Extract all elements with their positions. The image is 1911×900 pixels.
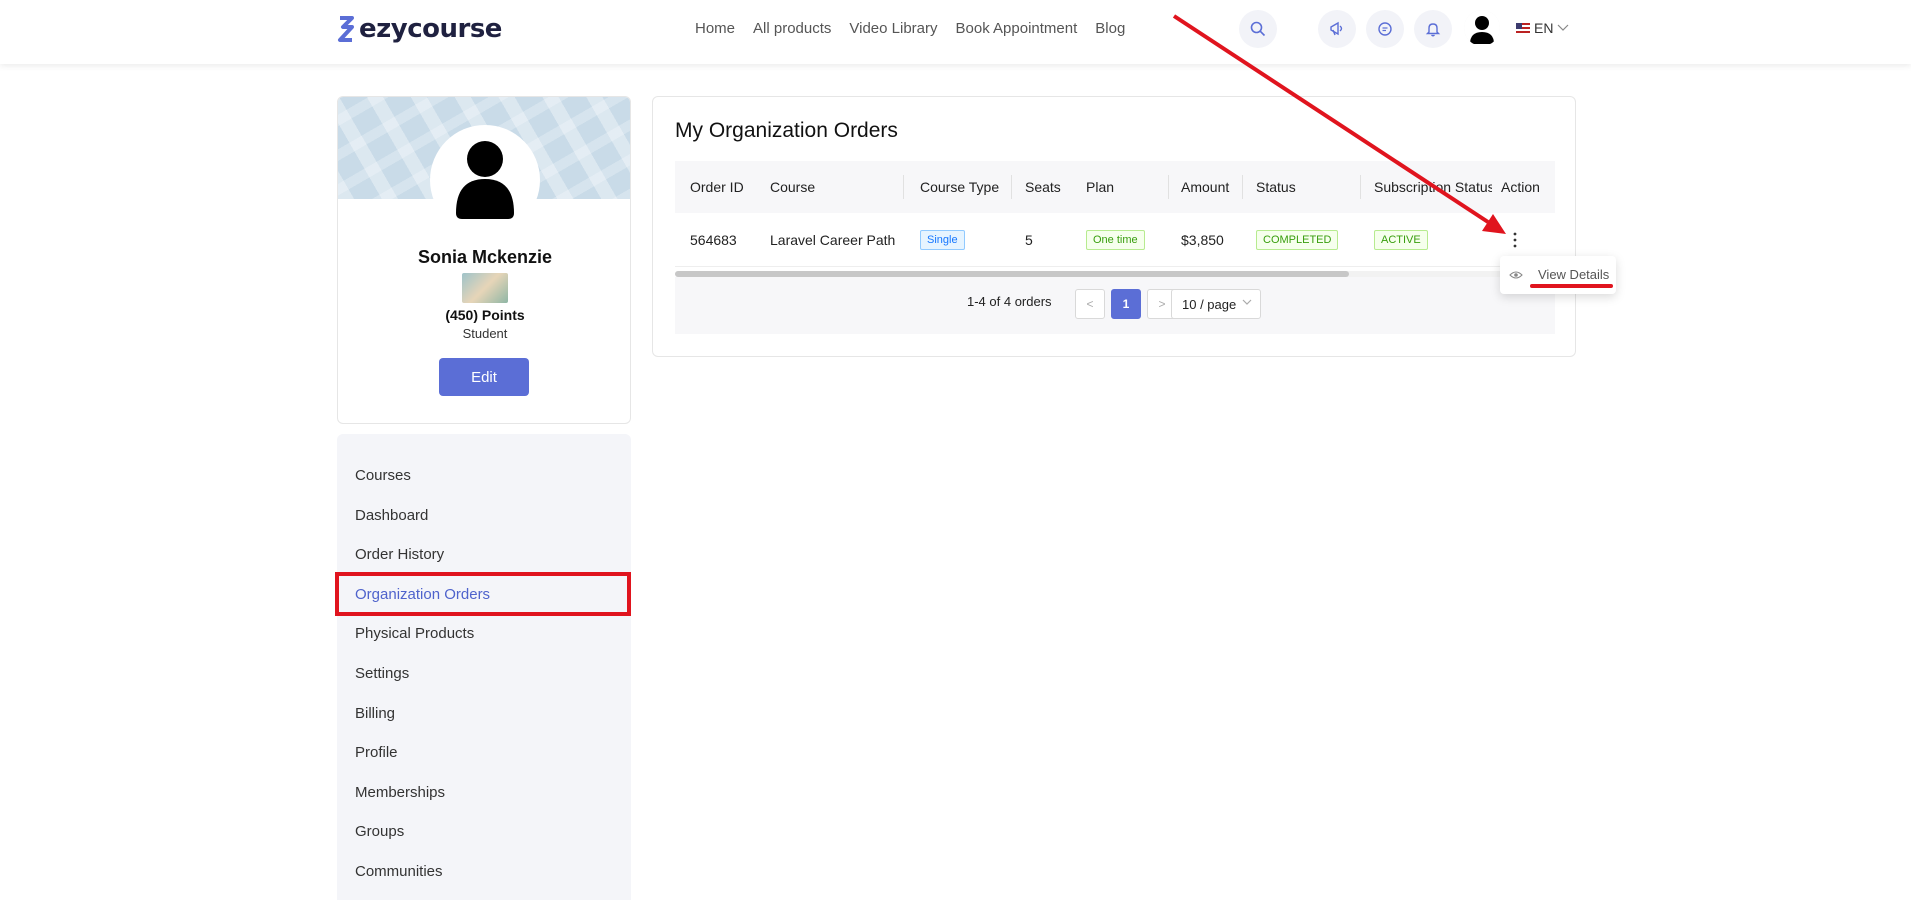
organization-orders-card: My Organization Orders Order ID Course C… [652, 96, 1576, 357]
profile-role: Student [462, 326, 508, 341]
sidebar-menu: Courses Dashboard Order History Organiza… [337, 434, 631, 900]
nav-video-library[interactable]: Video Library [849, 20, 937, 37]
column-header-amount: Amount [1181, 179, 1230, 195]
column-divider [1168, 175, 1169, 199]
annotation-underline [1530, 284, 1613, 288]
sidebar-item-memberships[interactable]: Memberships [355, 784, 445, 801]
page-title: My Organization Orders [675, 119, 898, 142]
bell-icon [1425, 23, 1441, 37]
search-button[interactable] [1239, 10, 1277, 48]
annotation-highlight-box [335, 572, 631, 616]
search-icon [1250, 21, 1266, 37]
profile-points: (450) Points [445, 307, 525, 323]
page-size-select[interactable]: 10 / page [1171, 289, 1261, 319]
sidebar-item-communities[interactable]: Communities [355, 863, 443, 880]
column-header-subscription-status: Subscription Status [1374, 179, 1492, 195]
page-1-button[interactable]: 1 [1111, 289, 1141, 319]
nav-all-products[interactable]: All products [753, 20, 831, 37]
sidebar-item-order-history[interactable]: Order History [355, 546, 444, 563]
notifications-button[interactable] [1414, 10, 1452, 48]
pagination: 1-4 of 4 orders < 1 > 10 / page [675, 277, 1555, 334]
page-size-value: 10 / page [1182, 297, 1237, 312]
us-flag-icon [1516, 23, 1530, 33]
language-code: EN [1534, 20, 1554, 36]
subscription-status-badge: ACTIVE [1374, 230, 1428, 250]
nav-home[interactable]: Home [695, 20, 735, 37]
sidebar-item-settings[interactable]: Settings [355, 665, 409, 682]
column-header-seats: Seats [1025, 179, 1061, 195]
chevron-down-icon [1558, 24, 1569, 31]
column-header-order-id: Order ID [690, 179, 744, 195]
sidebar-item-billing[interactable]: Billing [355, 705, 395, 722]
user-silhouette-icon [456, 141, 514, 219]
user-avatar-icon [1464, 10, 1500, 46]
sidebar-item-dashboard[interactable]: Dashboard [355, 507, 428, 524]
column-divider [1242, 175, 1243, 199]
status-badge: COMPLETED [1256, 230, 1339, 250]
announcements-button[interactable] [1318, 10, 1356, 48]
logo[interactable]: ezycourse [337, 14, 502, 44]
more-actions-icon[interactable] [1511, 230, 1519, 250]
column-header-action: Action [1501, 179, 1540, 195]
logo-mark-icon [338, 16, 354, 42]
action-dropdown-menu: View Details [1500, 256, 1616, 294]
language-selector[interactable]: EN [1516, 20, 1569, 36]
column-divider [903, 175, 904, 199]
profile-card: Sonia Mckenzie (450) Points Student Edit [337, 96, 631, 424]
megaphone-icon [1330, 21, 1343, 36]
nav-book-appointment[interactable]: Book Appointment [956, 20, 1078, 37]
column-divider [1360, 175, 1361, 199]
user-avatar-button[interactable] [1464, 10, 1500, 46]
cell-seats: 5 [1025, 232, 1033, 248]
column-header-status: Status [1256, 179, 1296, 195]
sidebar-item-groups[interactable]: Groups [355, 823, 404, 840]
sidebar-item-profile[interactable]: Profile [355, 744, 398, 761]
chevron-down-icon [1242, 299, 1252, 305]
chat-icon [1378, 22, 1392, 36]
cell-order-id: 564683 [690, 232, 737, 248]
plan-tag: One time [1086, 230, 1145, 250]
table-row: 564683 Laravel Career Path Single 5 One … [675, 213, 1555, 267]
table-header: Order ID Course Course Type Seats Plan A… [675, 161, 1555, 213]
logo-text: ezycourse [359, 14, 502, 44]
cell-course: Laravel Career Path [770, 232, 896, 248]
column-header-course: Course [770, 179, 816, 195]
messages-button[interactable] [1366, 10, 1404, 48]
eye-icon [1509, 271, 1523, 279]
sidebar-item-courses[interactable]: Courses [355, 467, 411, 484]
course-type-tag: Single [920, 230, 965, 250]
main-nav: Home All products Video Library Book App… [695, 20, 1143, 37]
profile-avatar [430, 125, 540, 235]
top-header: ezycourse Home All products Video Librar… [0, 0, 1911, 64]
column-header-plan: Plan [1086, 179, 1115, 195]
view-details-menu-item[interactable]: View Details [1538, 267, 1609, 282]
nav-blog[interactable]: Blog [1095, 20, 1125, 37]
points-badge-image [462, 273, 508, 303]
profile-name: Sonia Mckenzie [417, 247, 553, 267]
pagination-total: 1-4 of 4 orders [967, 294, 1052, 309]
prev-page-button[interactable]: < [1075, 289, 1105, 319]
column-divider [1011, 175, 1012, 199]
column-header-course-type: Course Type [920, 179, 1000, 195]
edit-profile-button[interactable]: Edit [439, 358, 529, 396]
cell-amount: $3,850 [1181, 232, 1224, 248]
sidebar-item-physical-products[interactable]: Physical Products [355, 625, 474, 642]
